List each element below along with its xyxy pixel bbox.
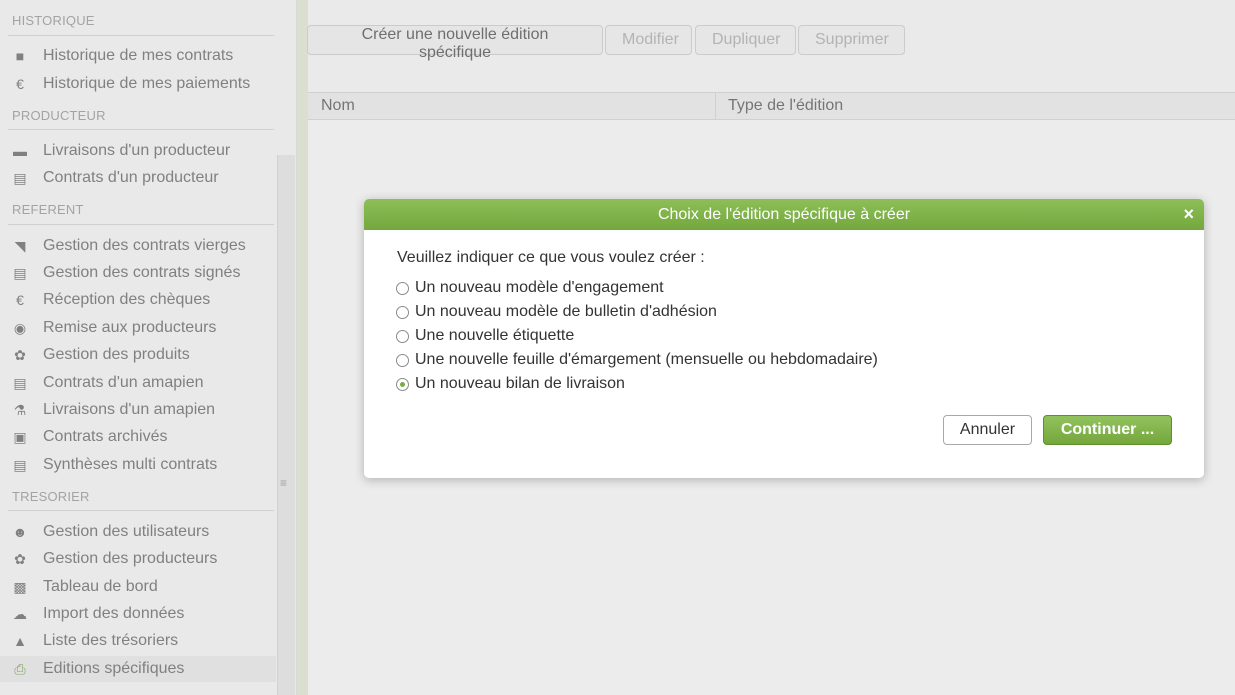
cancel-button[interactable]: Annuler bbox=[943, 415, 1032, 445]
radio-button[interactable] bbox=[396, 353, 409, 367]
continue-button[interactable]: Continuer ... bbox=[1043, 415, 1172, 445]
option-label: Un nouveau bilan de livraison bbox=[415, 375, 625, 392]
dialog-prompt: Veuillez indiquer ce que vous voulez cré… bbox=[397, 249, 705, 266]
dialog-title: Choix de l'édition spécifique à créer bbox=[657, 206, 911, 223]
option-etiquette[interactable]: Une nouvelle étiquette bbox=[396, 325, 574, 347]
option-label: Une nouvelle feuille d'émargement (mensu… bbox=[415, 351, 878, 368]
radio-button-selected[interactable] bbox=[396, 377, 409, 391]
option-feuille-emargement[interactable]: Une nouvelle feuille d'émargement (mensu… bbox=[396, 349, 878, 371]
option-bilan-livraison[interactable]: Un nouveau bilan de livraison bbox=[396, 373, 625, 395]
option-modele-engagement[interactable]: Un nouveau modèle d'engagement bbox=[396, 277, 664, 299]
create-edition-dialog: Choix de l'édition spécifique à créer × … bbox=[364, 199, 1204, 478]
option-label: Un nouveau modèle de bulletin d'adhésion bbox=[415, 303, 717, 320]
option-label: Une nouvelle étiquette bbox=[415, 327, 575, 344]
radio-button[interactable] bbox=[396, 305, 409, 319]
option-bulletin-adhesion[interactable]: Un nouveau modèle de bulletin d'adhésion bbox=[396, 301, 717, 323]
option-label: Un nouveau modèle d'engagement bbox=[415, 279, 664, 296]
dialog-header: Choix de l'édition spécifique à créer × bbox=[364, 199, 1204, 230]
close-icon[interactable]: × bbox=[1183, 199, 1194, 230]
radio-button[interactable] bbox=[396, 329, 409, 343]
radio-button[interactable] bbox=[396, 281, 409, 295]
